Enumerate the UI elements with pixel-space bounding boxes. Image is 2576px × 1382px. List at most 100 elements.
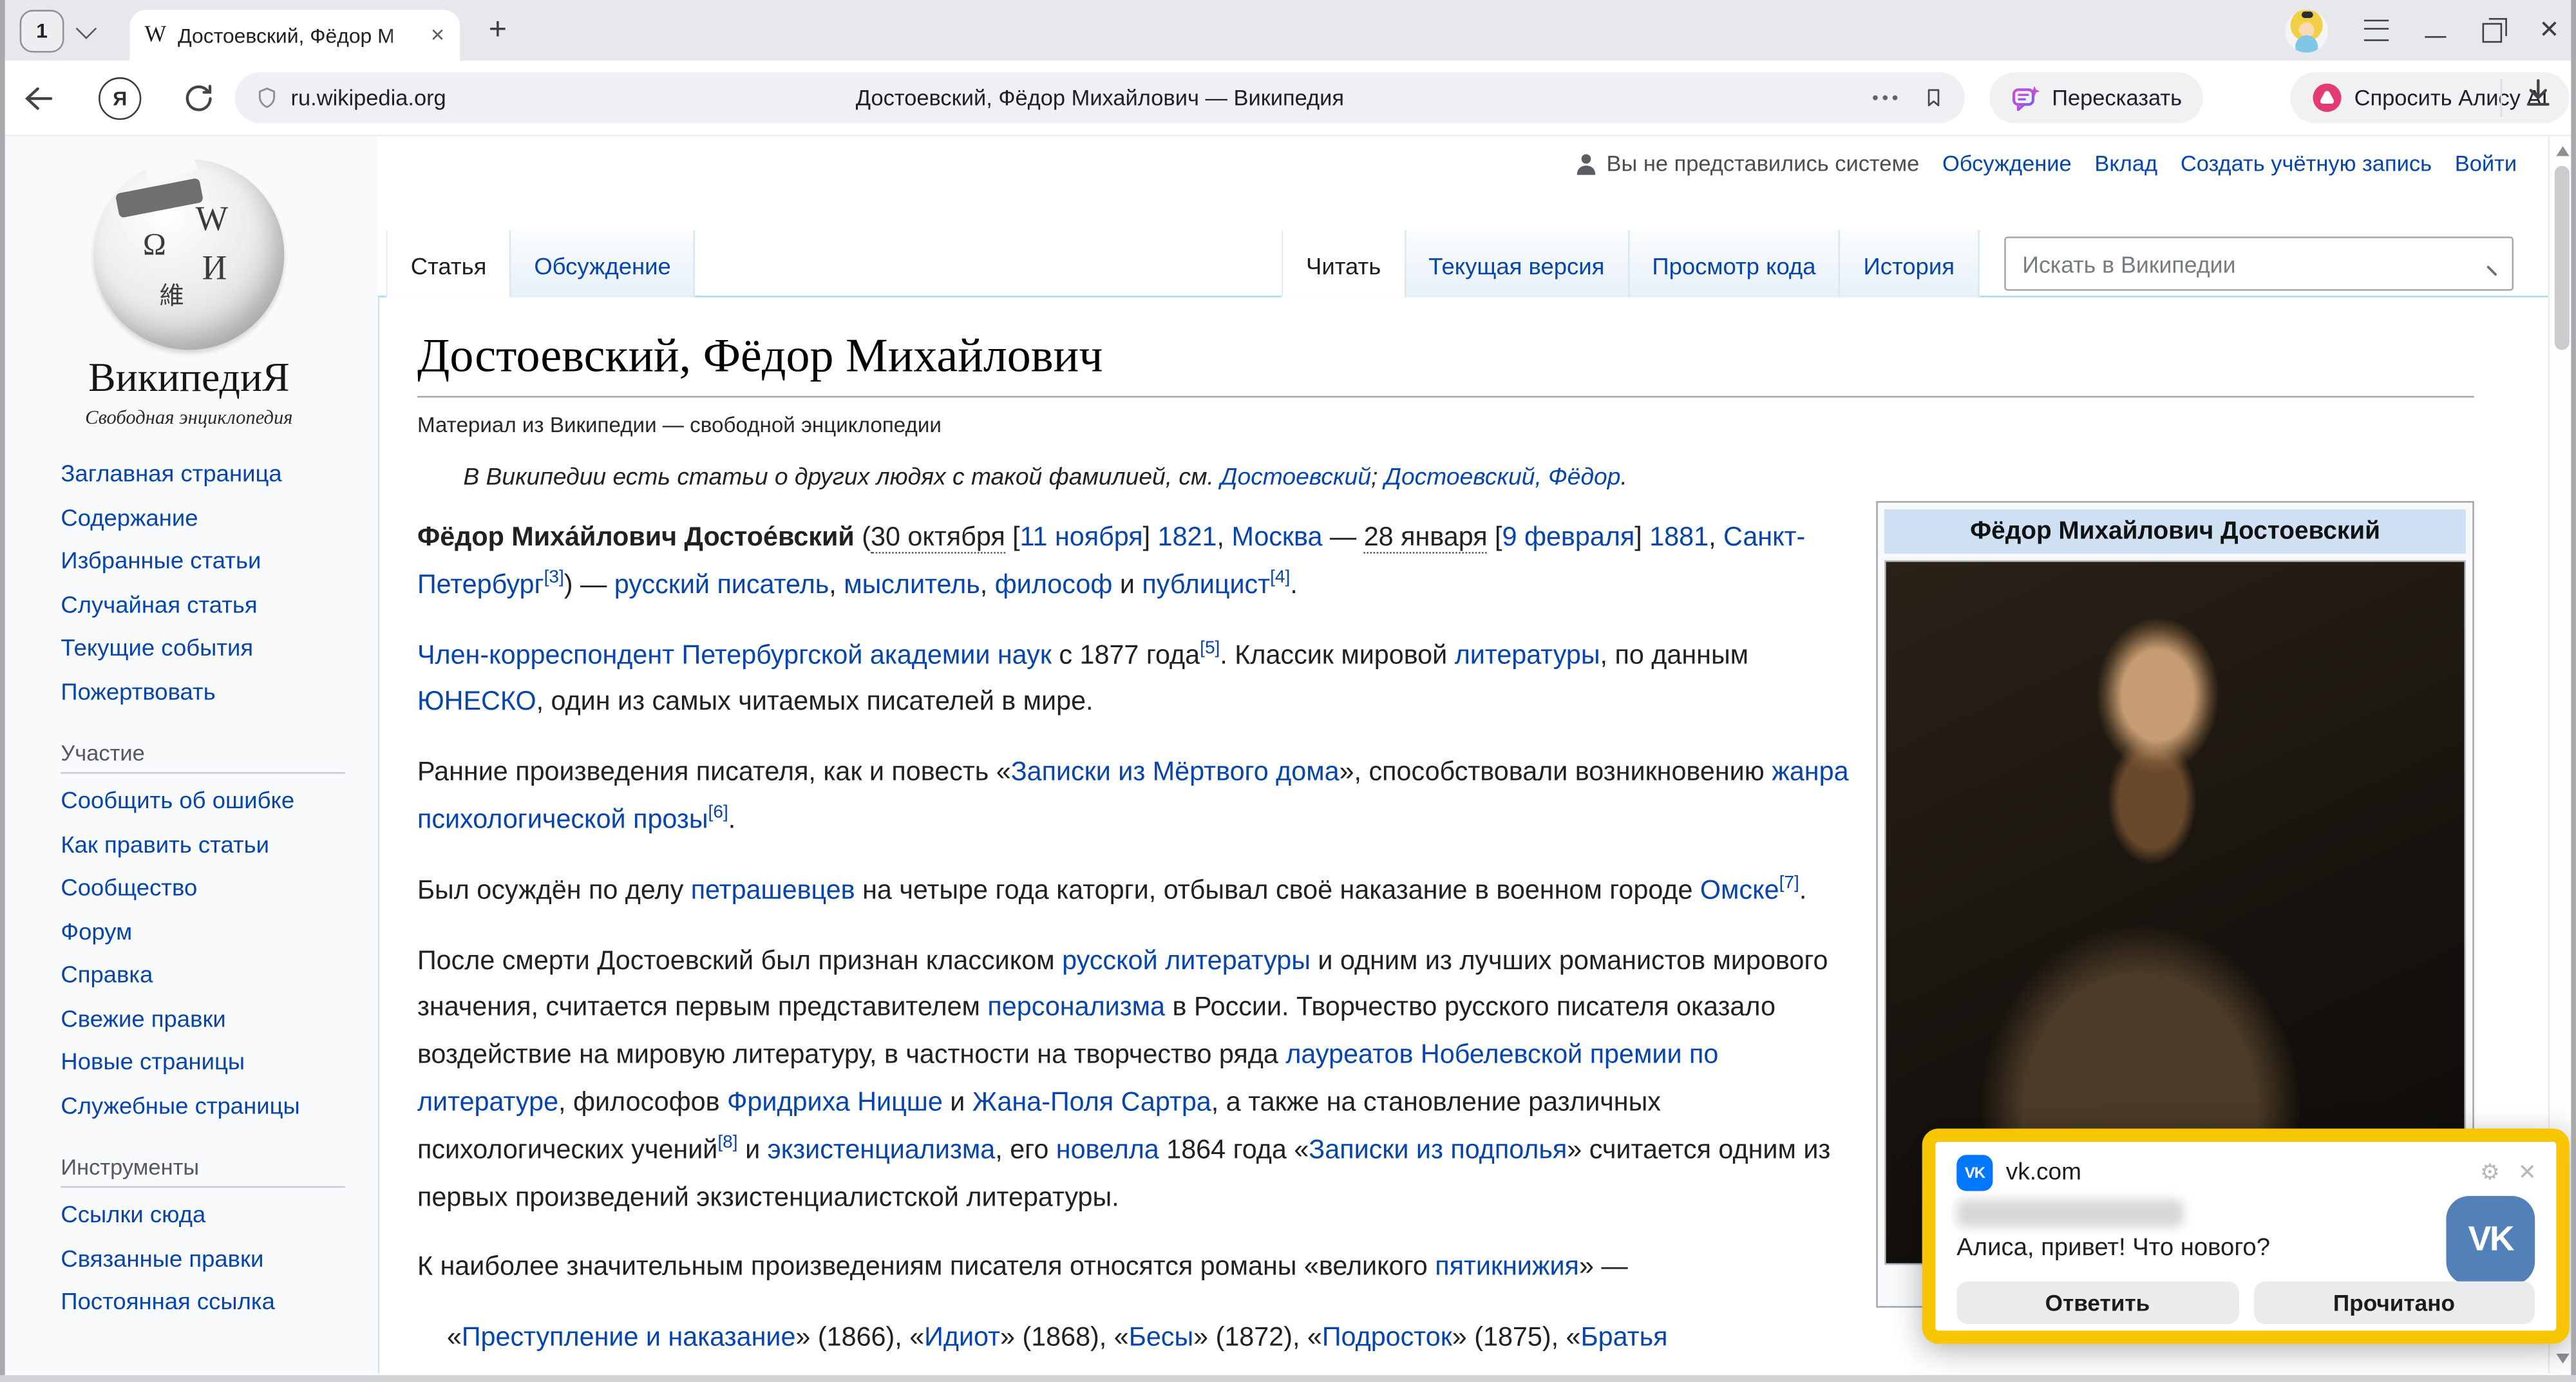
wiki-tab[interactable]: Обсуждение: [509, 230, 696, 298]
sidebar-link[interactable]: Текущие события: [61, 636, 253, 662]
active-browser-tab[interactable]: W Достоевский, Фёдор М ✕: [130, 10, 460, 61]
wiki-link[interactable]: Братья: [1581, 1323, 1668, 1352]
menu-icon[interactable]: [2365, 20, 2389, 41]
vk-notification-popup[interactable]: VK vk.com ⚙ ✕ Алиса, привет! Что нового?…: [1922, 1129, 2570, 1344]
wikipedia-globe-logo[interactable]: W Ω И 維: [93, 159, 284, 350]
wiki-link[interactable]: [3]: [544, 567, 564, 587]
wikipedia-search-input[interactable]: [2006, 251, 2456, 277]
reference-marker[interactable]: [6]: [708, 802, 728, 822]
sidebar-link[interactable]: Служебные страницы: [61, 1093, 299, 1120]
sidebar-link[interactable]: Связанные правки: [61, 1246, 263, 1273]
wiki-tab[interactable]: Текущая версия: [1404, 230, 1627, 298]
wiki-link[interactable]: экзистенциализма: [768, 1135, 996, 1164]
new-tab-button[interactable]: +: [473, 8, 523, 53]
scroll-down-icon[interactable]: [2556, 1354, 2569, 1363]
mark-read-button[interactable]: Прочитано: [2253, 1282, 2535, 1324]
wiki-link[interactable]: Достоевский: [1220, 465, 1371, 491]
wiki-link[interactable]: пятикнижия: [1435, 1253, 1579, 1282]
wiki-tab[interactable]: Читать: [1282, 230, 1404, 298]
sidebar-link[interactable]: Новые страницы: [61, 1050, 245, 1076]
reference-marker[interactable]: [3]: [544, 567, 564, 587]
wiki-link[interactable]: [5]: [1200, 638, 1220, 658]
wiki-link[interactable]: Бесы: [1129, 1323, 1193, 1352]
wiki-link[interactable]: Омске: [1700, 875, 1779, 905]
wiki-link[interactable]: Москва: [1231, 522, 1322, 552]
wiki-link[interactable]: Записки из Мёртвого дома: [1011, 757, 1340, 787]
retell-button[interactable]: Пересказать: [1989, 72, 2203, 123]
sidebar-link[interactable]: Заглавная страница: [61, 462, 281, 488]
personal-link-talk[interactable]: Обсуждение: [1942, 151, 2072, 176]
wiki-link[interactable]: Идиот: [924, 1323, 1000, 1352]
tab-counter-button[interactable]: 1: [20, 10, 64, 52]
personal-link-login[interactable]: Войти: [2455, 151, 2517, 176]
scroll-up-icon[interactable]: [2556, 146, 2569, 156]
wiki-tab[interactable]: Статья: [386, 230, 509, 298]
wiki-link[interactable]: мыслитель: [844, 570, 980, 600]
wiki-link[interactable]: 1821: [1158, 522, 1217, 552]
wiki-link[interactable]: литературы: [1455, 640, 1600, 670]
wiki-link[interactable]: [4]: [1270, 567, 1290, 587]
wiki-link[interactable]: Жана-Поля Сартра: [972, 1088, 1211, 1117]
sidebar-link[interactable]: Содержание: [61, 505, 198, 531]
wiki-tab[interactable]: История: [1839, 230, 1979, 298]
wiki-link[interactable]: публицист: [1142, 570, 1270, 600]
wiki-link[interactable]: петрашевцев: [691, 875, 855, 905]
minimize-button[interactable]: [2425, 35, 2447, 39]
sidebar-link[interactable]: Как править статьи: [61, 832, 269, 858]
sidebar-link[interactable]: Избранные статьи: [61, 549, 261, 575]
wiki-link[interactable]: Член-корреспондент Петербургской академи…: [417, 640, 1052, 670]
reference-marker[interactable]: [7]: [1779, 873, 1799, 893]
sidebar-link[interactable]: Пожертвовать: [61, 679, 215, 706]
bookmark-icon[interactable]: [1922, 84, 1946, 111]
wiki-link[interactable]: 9 февраля: [1502, 522, 1635, 552]
wiki-link[interactable]: философ: [995, 570, 1113, 600]
sidebar-link[interactable]: Справка: [61, 963, 153, 989]
sidebar-link[interactable]: Сообщить об ошибке: [61, 788, 294, 815]
wiki-link[interactable]: Подросток: [1322, 1323, 1452, 1352]
wiki-link[interactable]: Фридриха Ницше: [727, 1088, 943, 1117]
close-icon[interactable]: ✕: [2518, 1160, 2537, 1186]
wiki-link[interactable]: русской литературы: [1062, 945, 1311, 975]
tab-close-icon[interactable]: ✕: [430, 24, 446, 46]
gear-icon[interactable]: ⚙: [2480, 1160, 2500, 1186]
wiki-link[interactable]: Записки из подполья: [1309, 1135, 1567, 1164]
tab-list-chevron-icon[interactable]: [76, 18, 97, 39]
wiki-link[interactable]: ЮНЕСКО: [417, 687, 536, 717]
reply-button[interactable]: Ответить: [1956, 1282, 2238, 1324]
text-segment: и: [1112, 570, 1142, 600]
sidebar-link[interactable]: Постоянная ссылка: [61, 1290, 275, 1316]
sidebar-link[interactable]: Свежие правки: [61, 1006, 225, 1032]
reload-button[interactable]: [184, 83, 214, 113]
wiki-link[interactable]: [8]: [717, 1133, 737, 1153]
sidebar-link[interactable]: Форум: [61, 919, 132, 945]
text-segment: .: [1799, 875, 1806, 905]
sidebar-link[interactable]: Ссылки сюда: [61, 1202, 205, 1229]
wiki-link[interactable]: новелла: [1056, 1135, 1159, 1164]
wiki-link[interactable]: русский писатель: [614, 570, 829, 600]
sidebar-link[interactable]: Сообщество: [61, 876, 197, 902]
restore-window-button[interactable]: [2483, 23, 2503, 43]
search-icon[interactable]: [2456, 251, 2512, 276]
reference-marker[interactable]: [8]: [717, 1133, 737, 1153]
yandex-services-icon[interactable]: Я: [99, 77, 141, 119]
reference-marker[interactable]: [4]: [1270, 567, 1290, 587]
wiki-link[interactable]: Достоевский, Фёдор: [1385, 465, 1621, 491]
scrollbar-thumb[interactable]: [2555, 166, 2570, 350]
wiki-link[interactable]: 11 ноября: [1020, 522, 1143, 552]
wiki-link[interactable]: [6]: [708, 802, 728, 822]
address-bar[interactable]: ru.wikipedia.org Достоевский, Фёдор Миха…: [235, 72, 1965, 123]
more-icon[interactable]: [1873, 95, 1897, 100]
wiki-link[interactable]: персонализма: [987, 993, 1165, 1023]
reference-marker[interactable]: [5]: [1200, 638, 1220, 658]
personal-link-contributions[interactable]: Вклад: [2094, 151, 2157, 176]
wiki-link[interactable]: 1881: [1649, 522, 1709, 552]
download-button[interactable]: [2523, 77, 2553, 110]
wiki-link[interactable]: Преступление и наказание: [462, 1323, 796, 1352]
profile-avatar[interactable]: [2286, 9, 2329, 52]
wiki-link[interactable]: [7]: [1779, 873, 1799, 893]
back-button[interactable]: [23, 84, 53, 111]
close-window-button[interactable]: ✕: [2539, 18, 2559, 43]
sidebar-link[interactable]: Случайная статья: [61, 592, 257, 619]
personal-link-create-account[interactable]: Создать учётную запись: [2181, 151, 2432, 176]
wiki-tab[interactable]: Просмотр кода: [1627, 230, 1839, 298]
